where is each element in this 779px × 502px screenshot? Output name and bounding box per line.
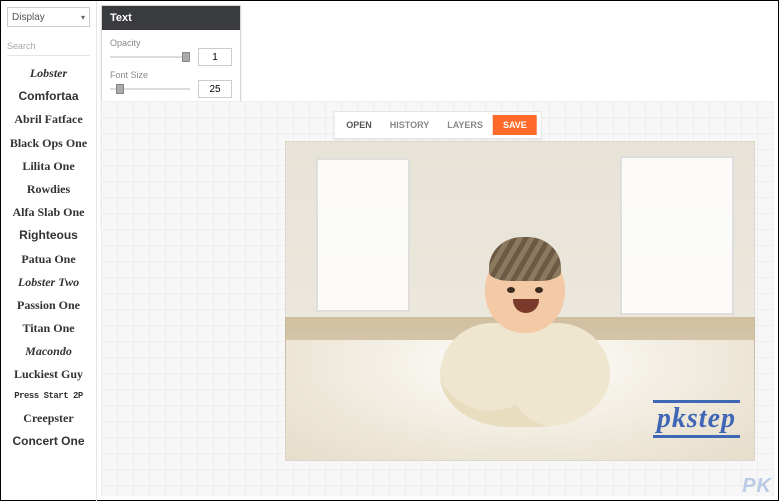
font-item[interactable]: Black Ops One	[7, 132, 90, 155]
canvas-toolbar: OPEN HISTORY LAYERS SAVE	[333, 111, 542, 139]
opacity-label: Opacity	[110, 38, 232, 48]
category-select[interactable]: Display ▾	[7, 7, 90, 27]
fontsize-label: Font Size	[110, 70, 232, 80]
chevron-down-icon: ▾	[81, 13, 85, 22]
fontsize-slider[interactable]	[110, 82, 190, 96]
font-item[interactable]: Lobster Two	[7, 271, 90, 294]
baby-illustration	[415, 237, 625, 447]
fontsize-input[interactable]	[198, 80, 232, 98]
font-item[interactable]: Creepster	[7, 407, 90, 430]
font-item[interactable]: Patua One	[7, 248, 90, 271]
font-item[interactable]: Luckiest Guy	[7, 363, 90, 386]
font-item[interactable]: Rowdies	[7, 178, 90, 201]
font-item[interactable]: Lobster	[7, 62, 90, 85]
font-sidebar: Display ▾ Search Lobster Comfortaa Abril…	[1, 1, 97, 502]
font-item[interactable]: Macondo	[7, 340, 90, 363]
opacity-input[interactable]	[198, 48, 232, 66]
font-item[interactable]: Press Start 2P	[7, 387, 90, 407]
category-value: Display	[12, 12, 45, 23]
canvas-image[interactable]: pkstep	[285, 141, 755, 461]
slider-thumb-icon[interactable]	[182, 52, 190, 62]
panel-title: Text	[102, 6, 240, 30]
font-item[interactable]: Righteous	[7, 224, 90, 247]
canvas-area[interactable]: OPEN HISTORY LAYERS SAVE pkstep	[101, 101, 774, 496]
save-button[interactable]: SAVE	[493, 115, 537, 135]
font-item[interactable]: Titan One	[7, 317, 90, 340]
opacity-slider[interactable]	[110, 50, 190, 64]
corner-watermark: PK	[742, 475, 772, 498]
font-item[interactable]: Passion One	[7, 294, 90, 317]
font-item[interactable]: Alfa Slab One	[7, 201, 90, 224]
font-item[interactable]: Abril Fatface	[7, 108, 90, 131]
open-button[interactable]: OPEN	[338, 115, 380, 135]
font-item[interactable]: Concert One	[7, 430, 90, 453]
watermark-text[interactable]: pkstep	[653, 400, 740, 438]
layers-button[interactable]: LAYERS	[439, 115, 491, 135]
font-list: Lobster Comfortaa Abril Fatface Black Op…	[7, 62, 90, 453]
font-item[interactable]: Lilita One	[7, 155, 90, 178]
slider-thumb-icon[interactable]	[116, 84, 124, 94]
search-label: Search	[7, 41, 90, 56]
font-item[interactable]: Comfortaa	[7, 85, 90, 108]
history-button[interactable]: HISTORY	[382, 115, 438, 135]
